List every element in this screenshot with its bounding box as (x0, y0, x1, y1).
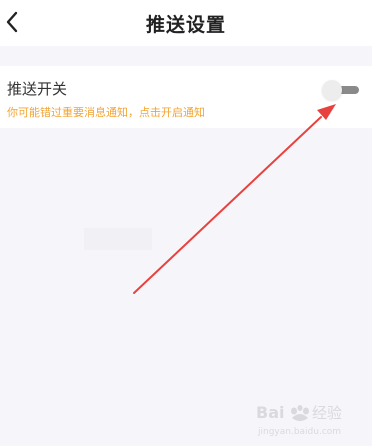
toggle-knob (322, 80, 342, 100)
push-toggle-switch[interactable] (322, 80, 360, 100)
section-gap (0, 46, 372, 66)
faint-background-block (84, 228, 152, 250)
baidu-jingyan-watermark: Bai 经验 jingyan.baidu.com (254, 398, 366, 440)
page-title: 推送设置 (145, 14, 226, 36)
svg-text:经验: 经验 (312, 404, 342, 422)
push-switch-hint: 你可能错过重要消息通知，点击开启通知 (7, 106, 205, 119)
baidu-watermark-logo: Bai 经验 jingyan.baidu.com (256, 403, 342, 437)
push-switch-label: 推送开关 (7, 80, 68, 98)
top-app-bar: 推送设置 (0, 0, 372, 46)
svg-text:jingyan.baidu.com: jingyan.baidu.com (257, 427, 341, 437)
svg-text:Bai: Bai (256, 403, 284, 422)
push-switch-row[interactable]: 推送开关 你可能错过重要消息通知，点击开启通知 (0, 66, 372, 128)
